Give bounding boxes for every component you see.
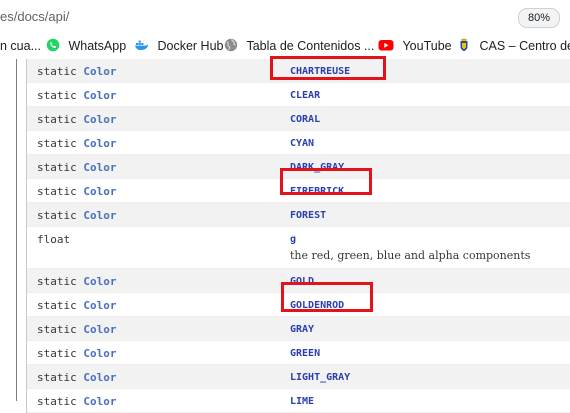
field-name-link[interactable]: GREEN	[290, 348, 320, 359]
bookmark-label: n cua...	[0, 39, 41, 53]
left-divider	[16, 59, 17, 401]
field-modifier: static Color	[37, 113, 117, 126]
address-bar[interactable]: es/docs/api/ 80%	[0, 0, 570, 34]
field-type-link[interactable]: Color	[83, 347, 116, 360]
bookmark-label: Docker Hub	[157, 39, 224, 53]
whatsapp-icon	[46, 38, 60, 52]
field-type-link[interactable]: Color	[83, 275, 116, 288]
field-type-link[interactable]: Color	[83, 185, 116, 198]
field-modifier: static Color	[37, 275, 117, 288]
highlight-box-goldenrod	[281, 282, 373, 312]
field-modifier: static Color	[37, 347, 117, 360]
field-modifier: static Color	[37, 395, 117, 408]
field-name-link[interactable]: g	[290, 234, 296, 245]
field-type-link[interactable]: Color	[83, 89, 116, 102]
field-modifier: static Color	[37, 209, 117, 222]
table-row: static Color LIME	[27, 389, 570, 413]
cas-crest-icon	[460, 38, 468, 52]
field-type-link[interactable]: Color	[83, 323, 116, 336]
zoom-level-badge[interactable]: 80%	[518, 8, 560, 28]
field-type-link[interactable]: Color	[83, 209, 116, 222]
field-name-link[interactable]: CORAL	[290, 114, 320, 125]
field-name-link[interactable]: LIGHT_GRAY	[290, 372, 350, 383]
field-name-link[interactable]: CLEAR	[290, 90, 320, 101]
field-type-link[interactable]: Color	[83, 299, 116, 312]
table-row: static Color LIGHT_GRAY	[27, 365, 570, 389]
field-type-link[interactable]: Color	[83, 161, 116, 174]
bookmark-cas[interactable]: CAS – Centro de A	[457, 34, 570, 59]
field-modifier: static Color	[37, 137, 117, 150]
bookmark-docker-hub[interactable]: Docker Hub	[133, 34, 223, 59]
field-type-link[interactable]: Color	[83, 113, 116, 126]
table-row: static Color FOREST	[27, 203, 570, 227]
api-doc-page: static Color CHARTREUSE static Color CLE…	[0, 56, 570, 413]
field-name-link[interactable]: FOREST	[290, 210, 326, 221]
field-type-link[interactable]: Color	[83, 137, 116, 150]
table-row: static Color CLEAR	[27, 83, 570, 107]
field-modifier: static Color	[37, 65, 117, 78]
field-modifier: float	[37, 233, 71, 246]
bookmark-label: WhatsApp	[68, 39, 127, 53]
field-modifier: static Color	[37, 89, 117, 102]
highlight-box-firebrick	[280, 168, 372, 195]
bookmark-label: CAS – Centro de A	[479, 39, 570, 53]
table-row: static Color GRAY	[27, 317, 570, 341]
table-row: float g the red, green, blue and alpha c…	[27, 227, 570, 269]
field-description: the red, green, blue and alpha component…	[290, 249, 531, 262]
bookmark-label: Tabla de Contenidos ...	[246, 39, 375, 53]
bookmark-whatsapp[interactable]: WhatsApp	[46, 34, 126, 59]
url-text[interactable]: es/docs/api/	[0, 9, 69, 24]
bookmark-label: YouTube	[402, 39, 452, 53]
field-modifier: static Color	[37, 161, 117, 174]
table-row: static Color CYAN	[27, 131, 570, 155]
field-summary-table: static Color CHARTREUSE static Color CLE…	[26, 59, 570, 413]
table-row: static Color CORAL	[27, 107, 570, 131]
field-modifier: static Color	[37, 185, 117, 198]
field-type-link[interactable]: Color	[83, 65, 116, 78]
field-name-link[interactable]: LIME	[290, 396, 314, 407]
field-modifier: static Color	[37, 371, 117, 384]
field-modifier: static Color	[37, 299, 117, 312]
field-type-link[interactable]: Color	[83, 395, 116, 408]
field-modifier: static Color	[37, 323, 117, 336]
table-row: static Color GREEN	[27, 341, 570, 365]
field-name-link[interactable]: CYAN	[290, 138, 314, 149]
highlight-box-chartreuse	[270, 56, 386, 80]
youtube-icon	[378, 40, 394, 51]
bookmark-item[interactable]: n cua...	[0, 34, 41, 59]
bookmark-youtube[interactable]: YouTube	[378, 34, 452, 59]
docker-icon	[135, 40, 148, 50]
globe-icon	[224, 38, 238, 52]
field-name-link[interactable]: GRAY	[290, 324, 314, 335]
field-type-link[interactable]: Color	[83, 371, 116, 384]
